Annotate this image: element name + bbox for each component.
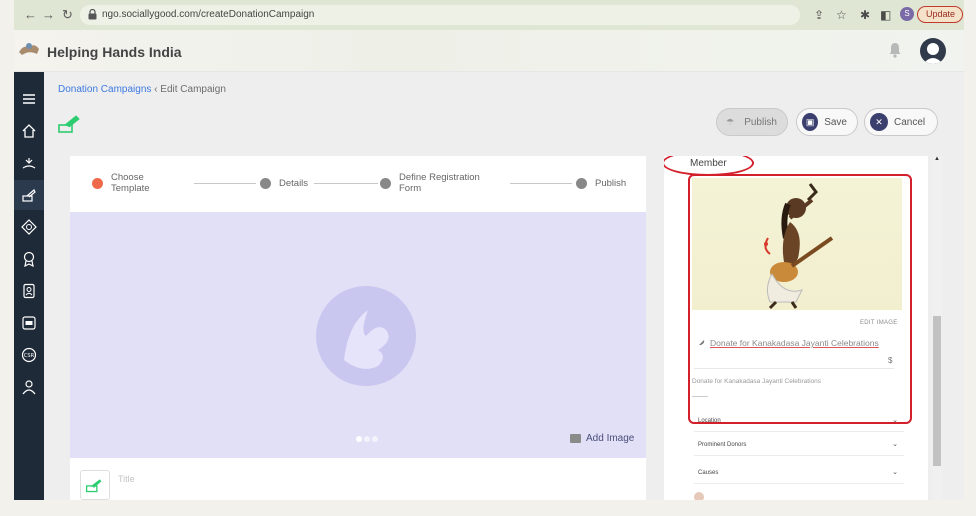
award-icon[interactable]	[14, 244, 44, 274]
users-icon[interactable]	[14, 372, 44, 402]
campaign-photo	[764, 183, 834, 310]
cancel-button[interactable]: ✕ Cancel	[864, 108, 938, 136]
save-icon: ▣	[802, 113, 819, 131]
preview-panel: Member EDIT IMAGE Donate for Kanakadasa …	[664, 156, 928, 500]
lock-icon	[88, 9, 97, 20]
contacts-icon[interactable]	[14, 276, 44, 306]
feather-icon	[697, 340, 705, 347]
step-details[interactable]: Details	[260, 178, 308, 189]
step-publish[interactable]: Publish	[576, 178, 626, 189]
bell-icon[interactable]	[888, 42, 902, 58]
donate-hand-icon[interactable]	[14, 148, 44, 178]
browser-window: ← → ↻ ngo.sociallygood.com/createDonatio…	[14, 0, 964, 500]
title-row: Title	[70, 458, 646, 500]
breadcrumb: Donation Campaigns ‹ Edit Campaign	[58, 84, 226, 95]
scroll-up-icon[interactable]: ▲	[934, 156, 940, 162]
add-image-button[interactable]: Add Image	[570, 433, 634, 444]
preview-heading: Member	[690, 158, 727, 169]
cancel-icon: ✕	[870, 113, 888, 131]
browser-toolbar: ← → ↻ ngo.sociallygood.com/createDonatio…	[14, 0, 964, 30]
campaign-hand-icon	[58, 115, 80, 133]
sidepanel-icon[interactable]: ◧	[880, 8, 891, 22]
user-avatar[interactable]	[920, 38, 946, 64]
title-icon-box	[80, 470, 110, 500]
update-button[interactable]: Update	[917, 6, 963, 23]
chevron-down-icon: ⌄	[892, 469, 898, 476]
campaign-description: Donate for Kanakadasa Jayanti Celebratio…	[692, 378, 821, 385]
url-text: ngo.sociallygood.com/createDonationCampa…	[102, 9, 315, 20]
csr-icon[interactable]: CSR	[14, 340, 44, 370]
title-input[interactable]: Title	[118, 474, 135, 484]
breadcrumb-current: Edit Campaign	[160, 84, 226, 95]
app-header: Helping Hands India	[14, 30, 964, 72]
sidebar: CSR	[14, 72, 44, 500]
edit-image-link[interactable]: EDIT IMAGE	[860, 320, 898, 326]
scrollbar-thumb[interactable]	[933, 316, 941, 466]
svg-text:CSR: CSR	[24, 353, 35, 359]
back-icon[interactable]: ←	[24, 7, 37, 22]
preview-scrollbar[interactable]: ▲	[932, 156, 942, 500]
image-icon	[570, 434, 581, 443]
prominent-donors-dropdown[interactable]: Prominent Donors ⌄	[694, 434, 904, 456]
share-icon[interactable]: ⇪	[814, 8, 824, 22]
menu-icon[interactable]	[14, 84, 44, 114]
breadcrumb-separator: ‹	[154, 84, 158, 95]
forward-icon[interactable]: →	[42, 7, 55, 22]
campaign-image	[692, 178, 902, 310]
location-dropdown[interactable]: Location ⌄	[694, 410, 904, 432]
home-icon[interactable]	[14, 116, 44, 146]
step-define-registration-form[interactable]: Define Registration Form	[380, 172, 480, 194]
donor-avatar	[694, 492, 704, 500]
step-choose-template[interactable]: Choose Template	[92, 172, 150, 194]
publish-icon: ☂	[726, 116, 735, 127]
save-button[interactable]: ▣ Save	[796, 108, 858, 136]
causes-dropdown[interactable]: Causes ⌄	[694, 462, 904, 484]
ngo-icon[interactable]	[14, 308, 44, 338]
editor-panel: Choose Template Details Define Registrati…	[70, 156, 646, 500]
chevron-down-icon: ⌄	[892, 441, 898, 448]
carousel-dots[interactable]	[356, 436, 378, 442]
brand-logo-icon	[19, 43, 39, 55]
publish-button[interactable]: ☂ Publish	[716, 108, 788, 136]
campaign-icon[interactable]	[14, 180, 44, 210]
bookmark-star-icon[interactable]: ☆	[836, 8, 847, 22]
extensions-icon[interactable]: ✱	[860, 8, 870, 22]
badge-icon[interactable]	[14, 212, 44, 242]
donate-title[interactable]: Donate for Kanakadasa Jayanti Celebratio…	[696, 338, 879, 348]
user-icon	[923, 43, 943, 64]
campaign-hand-icon	[85, 479, 102, 493]
profile-avatar[interactable]: S	[900, 7, 914, 21]
sociallygood-logo-icon	[316, 286, 416, 386]
stepper: Choose Template Details Define Registrati…	[70, 156, 646, 212]
main-content: Donation Campaigns ‹ Edit Campaign ☂ Pub…	[44, 72, 964, 500]
address-bar[interactable]: ngo.sociallygood.com/createDonationCampa…	[80, 5, 800, 25]
breadcrumb-donation-campaigns[interactable]: Donation Campaigns	[58, 84, 151, 95]
image-carousel[interactable]: Add Image	[70, 212, 646, 458]
campaign-preview-card: EDIT IMAGE Donate for Kanakadasa Jayanti…	[692, 178, 910, 500]
chevron-down-icon: ⌄	[892, 417, 898, 424]
reload-icon[interactable]: ↻	[62, 7, 73, 23]
brand-name: Helping Hands India	[47, 44, 182, 60]
currency-symbol: $	[888, 356, 893, 365]
